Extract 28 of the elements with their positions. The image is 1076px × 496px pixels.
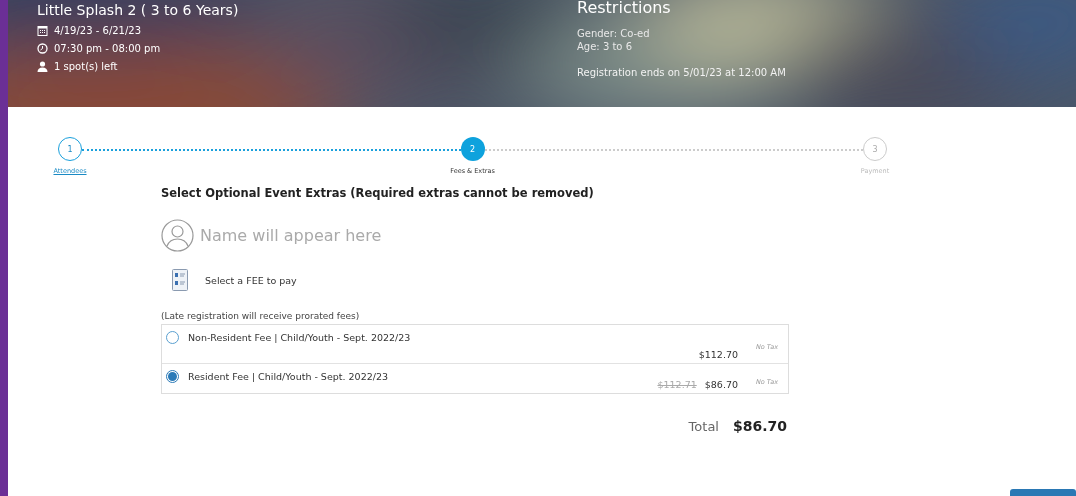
step-circle: 2 [460,137,485,161]
person-icon [37,60,48,72]
fee-name: Non-Resident Fee | Child/Youth - Sept. 2022/23 [188,331,412,345]
fee-price: $112.70 [698,349,738,360]
step-circle: 3 [863,137,887,161]
original-price: $112.71 [657,379,697,390]
spots-left: 1 spot(s) left [54,60,118,72]
event-time: 07:30 pm - 08:00 pm [54,42,161,54]
fee-list-icon [172,269,188,291]
total-amount: $86.70 [732,418,787,434]
fee-prompt: Select a FEE to pay [205,274,297,286]
section-heading: Select Optional Event Extras (Required extras cannot be removed) [161,186,595,200]
clock-icon [37,42,48,54]
prorated-note: (Late registration will receive prorated fees) [161,311,361,321]
event-dates: 4/19/23 - 6/21/23 [54,24,142,36]
event-title: Little Splash 2 ( 3 to 6 Years) [37,2,239,19]
restriction-line: Gender: Co-ed [577,27,651,40]
radio-button[interactable] [166,370,179,383]
registration-deadline: Registration ends on 5/01/23 at 12:00 AM [577,67,786,78]
fee-name: Resident Fee | Child/Youth - Sept. 2022/23 [188,370,389,384]
step-circle[interactable]: 1 [58,137,82,161]
attendee-name: Name will appear here [200,226,382,245]
total-label: Total [688,419,719,434]
restriction-line: Age: 3 to 6 [577,40,633,53]
avatar-icon [161,219,194,252]
calendar-icon [37,24,48,36]
fee-price: $86.70 [704,379,738,390]
restrictions-heading: Restrictions [577,0,672,18]
